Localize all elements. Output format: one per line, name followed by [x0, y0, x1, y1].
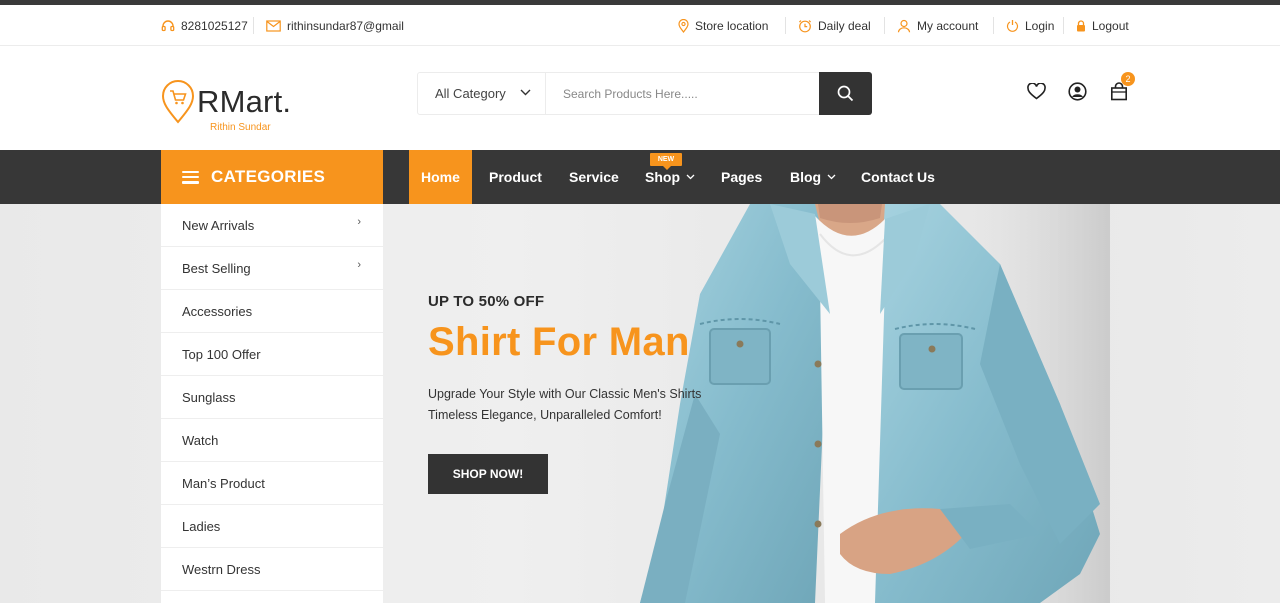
- categories-toggle[interactable]: CATEGORIES: [161, 150, 383, 204]
- nav-product[interactable]: Product: [489, 150, 542, 204]
- hero-tagline: UP TO 50% OFF: [428, 293, 545, 310]
- main-nav: CATEGORIES Home Product Service NEW Shop…: [0, 150, 1280, 204]
- nav-product-label: Product: [489, 169, 542, 185]
- user-icon: [897, 19, 911, 32]
- lock-icon: [1077, 19, 1085, 31]
- daily-deal-label: Daily deal: [818, 18, 871, 33]
- chevron-right-icon: ›: [357, 259, 361, 271]
- nav-service[interactable]: Service: [569, 150, 619, 204]
- search-input[interactable]: [547, 73, 819, 114]
- location-pin-icon: [678, 18, 689, 33]
- wishlist-button[interactable]: [1025, 80, 1047, 102]
- chevron-right-icon: ›: [357, 216, 361, 228]
- category-top-100-offer[interactable]: Top 100 Offer: [161, 333, 383, 376]
- nav-home[interactable]: Home: [409, 150, 472, 204]
- email-link[interactable]: rithinsundar87@gmail: [266, 5, 404, 46]
- site-logo[interactable]: RMart. Rithin Sundar: [161, 80, 311, 140]
- my-account-label: My account: [917, 18, 979, 33]
- login-label: Login: [1025, 18, 1055, 33]
- category-sidebar: New Arrivals › Best Selling › Accessorie…: [161, 204, 383, 603]
- nav-pages-label: Pages: [721, 169, 763, 185]
- search-button[interactable]: [819, 72, 872, 115]
- nav-service-label: Service: [569, 169, 619, 185]
- hero-desc-line-1: Upgrade Your Style with Our Classic Men'…: [428, 387, 702, 401]
- chevron-down-icon: [827, 174, 836, 180]
- hero-description: Upgrade Your Style with Our Classic Men'…: [428, 384, 728, 426]
- store-location-link[interactable]: Store location: [678, 5, 768, 46]
- divider: [993, 17, 994, 34]
- nav-pages[interactable]: Pages: [721, 150, 762, 204]
- categories-title: CATEGORIES: [211, 167, 326, 186]
- category-label: Watch: [182, 432, 219, 448]
- store-location-label: Store location: [695, 18, 769, 33]
- divider: [253, 17, 254, 34]
- category-new-arrivals[interactable]: New Arrivals ›: [161, 204, 383, 247]
- divider: [884, 17, 885, 34]
- nav-blog-label: Blog: [790, 169, 822, 185]
- headset-icon: [161, 19, 175, 31]
- email-address: rithinsundar87@gmail: [287, 18, 404, 33]
- nav-shop-label: Shop: [645, 169, 680, 185]
- hero-desc-line-2: Timeless Elegance, Unparalleled Comfort!: [428, 408, 662, 422]
- nav-blog[interactable]: Blog: [790, 150, 836, 204]
- category-select[interactable]: All Category: [418, 73, 546, 114]
- category-label: Top 100 Offer: [182, 346, 261, 362]
- user-circle-icon: [1067, 81, 1087, 101]
- mail-icon: [266, 19, 281, 32]
- divider: [1063, 17, 1064, 34]
- divider: [785, 17, 786, 34]
- chevron-down-icon: [686, 174, 695, 180]
- power-icon: [1006, 20, 1019, 32]
- logout-label: Logout: [1092, 18, 1129, 33]
- category-best-selling[interactable]: Best Selling ›: [161, 247, 383, 290]
- category-mans-product[interactable]: Man’s Product: [161, 462, 383, 505]
- heart-icon: [1026, 82, 1046, 99]
- category-ladies[interactable]: Ladies: [161, 505, 383, 548]
- category-label: Westrn Dress: [182, 561, 261, 577]
- my-account-link[interactable]: My account: [897, 5, 978, 46]
- cart-count-badge: 2: [1121, 72, 1135, 86]
- clock-icon: [799, 19, 811, 32]
- nav-home-label: Home: [421, 169, 460, 185]
- category-label: Best Selling: [182, 260, 251, 276]
- hero-title: Shirt For Man: [428, 320, 690, 364]
- category-watch[interactable]: Watch: [161, 419, 383, 462]
- phone-link[interactable]: 8281025127: [161, 5, 248, 46]
- category-label: Sunglass: [182, 389, 236, 405]
- search-bar: All Category: [417, 72, 872, 115]
- header: RMart. Rithin Sundar All Category 2: [0, 46, 1280, 150]
- chevron-down-icon: [520, 89, 531, 96]
- nav-shop[interactable]: Shop: [645, 150, 695, 204]
- shop-now-button[interactable]: SHOP NOW!: [428, 454, 548, 494]
- daily-deal-link[interactable]: Daily deal: [798, 5, 871, 46]
- logo-text: RMart.: [197, 84, 292, 119]
- category-select-value: All Category: [435, 86, 506, 101]
- category-accessories[interactable]: Accessories: [161, 290, 383, 333]
- category-sunglass[interactable]: Sunglass: [161, 376, 383, 419]
- account-button[interactable]: [1066, 80, 1088, 102]
- category-label: New Arrivals: [182, 217, 255, 233]
- hamburger-icon: [182, 170, 199, 184]
- nav-contact-label: Contact Us: [861, 169, 935, 185]
- search-icon: [837, 85, 854, 102]
- phone-number: 8281025127: [181, 18, 248, 33]
- login-link[interactable]: Login: [1006, 5, 1054, 46]
- cart-button[interactable]: 2: [1108, 72, 1135, 102]
- category-label: Accessories: [182, 303, 253, 319]
- top-bar: 8281025127 rithinsundar87@gmail Store lo…: [0, 5, 1280, 46]
- logout-link[interactable]: Logout: [1076, 5, 1129, 46]
- category-westrn-dress[interactable]: Westrn Dress: [161, 548, 383, 591]
- cart-pin-logo-icon: [161, 80, 195, 124]
- category-label: Man’s Product: [182, 475, 265, 491]
- logo-subtitle: Rithin Sundar: [210, 122, 271, 133]
- nav-contact[interactable]: Contact Us: [861, 150, 935, 204]
- category-label: Ladies: [182, 518, 221, 534]
